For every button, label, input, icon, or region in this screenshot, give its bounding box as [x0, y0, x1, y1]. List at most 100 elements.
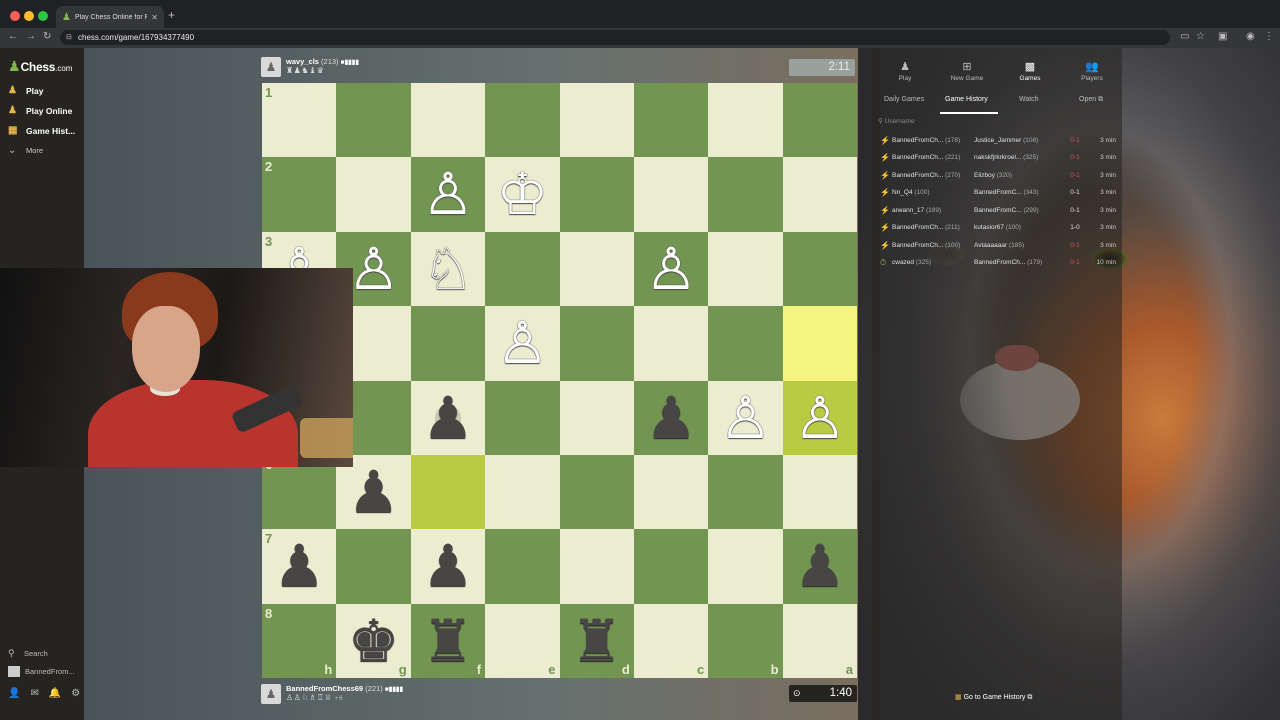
black-piece-f8[interactable]: ♜ — [411, 604, 485, 678]
square-h2[interactable]: 2 — [262, 157, 337, 232]
square-a1[interactable] — [782, 83, 857, 158]
square-f2[interactable]: ♙ — [410, 157, 486, 232]
square-c6[interactable] — [633, 454, 709, 530]
new-tab-icon[interactable]: + — [168, 8, 175, 22]
black-piece-g8[interactable]: ♚ — [336, 604, 410, 678]
sidebar-item-more[interactable]: ⌄ More — [8, 145, 43, 156]
square-d1[interactable] — [559, 83, 634, 158]
square-c3[interactable]: ♙ — [633, 231, 709, 307]
square-f3[interactable]: ♘ — [410, 231, 486, 307]
square-b3[interactable] — [708, 231, 783, 307]
square-c4[interactable] — [633, 306, 709, 381]
square-f8[interactable]: f ♜ — [410, 603, 486, 678]
square-a7[interactable]: ♟ — [782, 529, 857, 604]
sidebar-user[interactable]: BannedFrom... — [8, 666, 75, 677]
square-f1[interactable] — [410, 83, 486, 158]
game-row[interactable]: ⚡ BannedFromCh... (100) Avtaaaaaar (185) 0-… — [880, 238, 1120, 252]
black-piece-d8[interactable]: ♜ — [560, 604, 634, 678]
bottom-player-name-row[interactable]: BannedFromChess69 (221) ■▮▮▮▮ — [286, 684, 403, 693]
square-b4[interactable] — [708, 306, 783, 381]
square-b7[interactable] — [708, 529, 783, 604]
panel-tab-play[interactable]: ♟ Play — [878, 60, 932, 82]
square-e1[interactable] — [485, 83, 560, 158]
subtab-watch[interactable]: Watch — [1019, 96, 1039, 103]
white-piece-f2[interactable]: ♙ — [411, 157, 485, 231]
forward-icon[interactable]: → — [26, 31, 36, 42]
square-b5[interactable]: ♙ — [708, 380, 783, 455]
notifications-bell-icon[interactable]: 🔔 — [49, 688, 61, 699]
game-row[interactable]: ⚡ BannedFromCh... (270) Elizboy (320) 0-1 3 … — [880, 168, 1120, 182]
square-b1[interactable] — [708, 83, 783, 158]
white-piece-e4[interactable]: ♙ — [485, 306, 559, 380]
game-row[interactable]: ⚡ BannedFromCh... (178) Justice_Jammer (10… — [880, 133, 1120, 147]
black-piece-f5[interactable]: ♟ — [411, 381, 485, 455]
square-a6[interactable] — [782, 454, 857, 530]
square-a4[interactable] — [782, 306, 857, 381]
square-a8[interactable]: a — [782, 603, 857, 678]
black-piece-f7[interactable]: ♟ — [411, 529, 485, 603]
panel-tab-games[interactable]: ▩ Games — [1003, 60, 1057, 82]
messages-icon[interactable]: ✉ — [30, 688, 38, 699]
top-player-name[interactable]: wavy_cls — [286, 57, 319, 66]
square-g2[interactable] — [336, 157, 411, 232]
square-d5[interactable] — [559, 380, 634, 455]
site-info-icon[interactable]: ⊟ — [66, 30, 72, 45]
square-e7[interactable] — [485, 529, 560, 604]
friends-icon[interactable]: 👤 — [8, 688, 20, 699]
square-a5[interactable]: ♙ — [782, 380, 857, 455]
square-h7[interactable]: 7 ♟ — [262, 529, 337, 604]
sidebar-search[interactable]: ⚲ Search — [8, 648, 48, 659]
square-d4[interactable] — [559, 306, 634, 381]
subtab-daily-games[interactable]: Daily Games — [884, 96, 924, 103]
sidebar-item-play[interactable]: ♟ Play — [8, 85, 44, 96]
black-piece-h7[interactable]: ♟ — [262, 529, 336, 603]
square-g8[interactable]: g ♚ — [336, 603, 411, 678]
go-to-game-history-link[interactable]: ▦ Go to Game History ⧉ — [955, 693, 1032, 702]
settings-gear-icon[interactable]: ⚙ — [71, 688, 80, 699]
game-row[interactable]: ⏱ cwazed (325) BannedFromCh... (179) 0-1 10 … — [880, 256, 1120, 270]
square-e6[interactable] — [485, 454, 560, 530]
square-c5[interactable]: ♟ — [633, 380, 709, 455]
browser-tab[interactable]: ♟ Play Chess Online for FREE ✕ — [56, 6, 164, 28]
bottom-player-name[interactable]: BannedFromChess69 — [286, 684, 363, 693]
square-d6[interactable] — [559, 454, 634, 530]
maximize-window-button[interactable] — [38, 11, 48, 21]
game-row[interactable]: ⚡ BannedFromCh... (211) kutasior67 (100) 1-… — [880, 221, 1120, 235]
square-f6[interactable] — [410, 454, 486, 530]
square-e5[interactable] — [485, 380, 560, 455]
game-row[interactable]: ⚡ arwann_17 (189) BannedFromC... (299) 0-1 3… — [880, 203, 1120, 217]
square-h1[interactable]: 1 — [262, 83, 337, 158]
square-b6[interactable] — [708, 454, 783, 530]
game-row[interactable]: ⚡ Nn_Q4 (100) BannedFromC... (343) 0-1 3 min — [880, 186, 1120, 200]
close-tab-icon[interactable]: ✕ — [151, 13, 158, 22]
chess-com-logo[interactable]: ♟ Chess .com — [8, 58, 72, 75]
square-e3[interactable] — [485, 231, 560, 307]
black-piece-c5[interactable]: ♟ — [634, 381, 708, 455]
square-h8[interactable]: 8h — [262, 603, 337, 678]
square-c1[interactable] — [633, 83, 709, 158]
square-g1[interactable] — [336, 83, 411, 158]
sidebar-item-game-history[interactable]: ▦ Game Hist... — [8, 125, 75, 136]
square-c7[interactable] — [633, 529, 709, 604]
square-a3[interactable] — [782, 231, 857, 307]
top-player-avatar[interactable]: ♟ — [261, 57, 281, 77]
square-e2[interactable]: ♔ — [485, 157, 560, 232]
sidebar-toggle-icon[interactable]: ▣ — [1218, 31, 1227, 42]
close-window-button[interactable] — [10, 11, 20, 21]
white-piece-b5[interactable]: ♙ — [708, 381, 782, 455]
game-row[interactable]: ⚡ BannedFromCh... (221) nakskfjrkrkroel...… — [880, 151, 1120, 165]
black-piece-a7[interactable]: ♟ — [783, 529, 857, 603]
panel-tab-new-game[interactable]: ⊞ New Game — [940, 60, 994, 82]
white-piece-a5[interactable]: ♙ — [783, 381, 857, 455]
white-piece-c3[interactable]: ♙ — [634, 232, 708, 306]
square-g7[interactable] — [336, 529, 411, 604]
minimize-window-button[interactable] — [24, 11, 34, 21]
square-a2[interactable] — [782, 157, 857, 232]
square-e4[interactable]: ♙ — [485, 306, 560, 381]
square-d3[interactable] — [559, 231, 634, 307]
square-f4[interactable] — [410, 306, 486, 381]
username-search[interactable]: ⚲ Username — [878, 117, 1116, 129]
panel-tab-players[interactable]: 👥 Players — [1065, 60, 1119, 82]
square-d8[interactable]: d ♜ — [559, 603, 634, 678]
square-e8[interactable]: e — [485, 603, 560, 678]
